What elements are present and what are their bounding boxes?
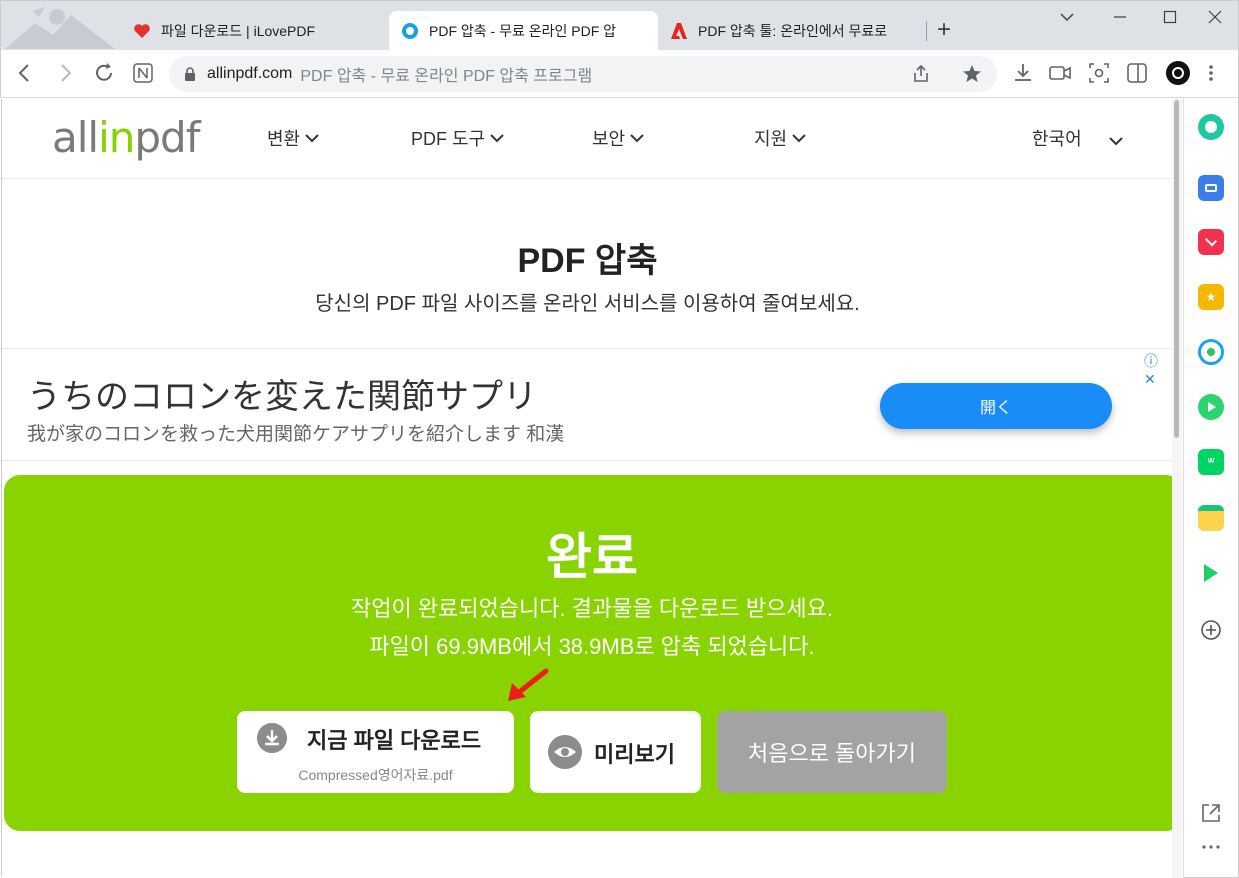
chevron-down-icon	[490, 134, 504, 143]
nav-label: 지원	[754, 129, 788, 149]
adobe-icon	[671, 23, 687, 39]
play-icon[interactable]	[1198, 560, 1224, 586]
chevron-down-icon	[630, 134, 644, 143]
maximize-button[interactable]	[1163, 9, 1177, 30]
language-label: 한국어	[1032, 129, 1082, 149]
site-header: allinpdf 변환 PDF 도구 보안 지원 한국어	[2, 99, 1172, 179]
allinpdf-logo[interactable]: allinpdf	[52, 113, 200, 162]
tab-title: 파일 다운로드 | iLovePDF	[161, 23, 316, 39]
side-panel-toggle-icon[interactable]	[1127, 62, 1147, 84]
close-icon	[1208, 10, 1222, 24]
result-panel: 완료 작업이 완료되었습니다. 결과물을 다운로드 받으세요. 파일이 69.9…	[4, 475, 1172, 831]
memo-icon[interactable]	[1198, 505, 1224, 531]
result-title: 완료	[546, 529, 638, 585]
language-select[interactable]: 한국어	[1032, 125, 1124, 151]
chevron-down-icon	[305, 134, 319, 143]
page-scrollbar[interactable]	[1172, 98, 1182, 878]
nav-security[interactable]: 보안	[592, 125, 645, 151]
browser-profile-artwork-icon	[5, 7, 115, 49]
external-link-icon[interactable]	[1200, 802, 1222, 824]
back-button[interactable]	[17, 62, 33, 84]
play-circle-icon[interactable]	[1198, 394, 1224, 420]
lock-icon	[185, 67, 195, 81]
minimize-icon	[1114, 16, 1126, 18]
share-icon[interactable]	[911, 64, 931, 84]
web-page: allinpdf 변환 PDF 도구 보안 지원 한국어 PDF 압축 당신의 …	[1, 99, 1172, 877]
download-icon[interactable]	[1013, 62, 1033, 84]
tab-allinpdf[interactable]: PDF 압축 - 무료 온라인 PDF 압	[389, 11, 658, 51]
tab-search-button[interactable]	[1059, 9, 1075, 30]
heart-icon	[134, 24, 150, 38]
download-now-button[interactable]: 지금 파일 다운로드 Compressed영어자료.pdf	[237, 711, 514, 793]
compression-result-text: 파일이 69.9MB에서 38.9MB로 압축 되었습니다.	[369, 634, 815, 659]
allinpdf-icon	[402, 23, 418, 39]
page-subtitle: 당신의 PDF 파일 사이즈를 온라인 서비스를 이용하여 줄여보세요.	[315, 293, 860, 315]
bookmark-star-icon[interactable]	[963, 64, 985, 84]
close-window-button[interactable]	[1208, 9, 1222, 30]
chevron-down-icon	[1108, 137, 1123, 146]
url-page-title: PDF 압축 - 무료 온라인 PDF 압축 프로그램	[300, 68, 593, 85]
more-icon[interactable]	[1200, 842, 1222, 852]
briefcase-icon[interactable]	[1198, 175, 1224, 201]
tab-title: PDF 압축 툴: 온라인에서 무료로	[698, 23, 888, 39]
maximize-icon	[1163, 10, 1177, 24]
profile-avatar[interactable]	[1165, 60, 1191, 86]
preview-button[interactable]: 미리보기	[530, 711, 701, 793]
papago-icon[interactable]	[1198, 339, 1224, 365]
browser-tab-strip: 파일 다운로드 | iLovePDF PDF 압축 - 무료 온라인 PDF 압…	[0, 0, 1239, 51]
chevron-down-icon	[1060, 13, 1074, 22]
tab-adobe[interactable]: PDF 압축 툴: 온라인에서 무료로	[658, 11, 926, 51]
tab-separator	[926, 21, 927, 41]
video-capture-icon[interactable]	[1049, 62, 1071, 84]
nav-label: PDF 도구	[411, 129, 486, 149]
menu-kebab-icon[interactable]	[1207, 62, 1215, 84]
browser-toolbar: allinpdf.com PDF 압축 - 무료 온라인 PDF 압축 프로그램	[0, 50, 1239, 98]
result-message: 작업이 완료되었습니다. 결과물을 다운로드 받으세요.	[351, 596, 833, 621]
screen-capture-icon[interactable]	[1089, 62, 1109, 84]
eye-icon	[548, 735, 582, 769]
ad-subtitle: 我が家のコロンを救った犬用関節ケアサプリを紹介します 和漢	[27, 424, 565, 445]
nav-label: 변환	[267, 129, 301, 149]
download-icon	[257, 723, 287, 753]
scroll-thumb[interactable]	[1174, 100, 1179, 438]
webtoon-icon[interactable]: W	[1198, 449, 1224, 475]
page-title: PDF 압축	[517, 242, 658, 280]
add-app-icon[interactable]	[1200, 619, 1222, 641]
url-host: allinpdf.com	[207, 65, 293, 82]
tab-ilovepdf[interactable]: 파일 다운로드 | iLovePDF	[121, 11, 386, 51]
address-bar[interactable]: allinpdf.com PDF 압축 - 무료 온라인 PDF 압축 프로그램	[169, 56, 997, 92]
pocket-icon[interactable]	[1198, 229, 1224, 255]
nav-convert[interactable]: 변환	[267, 125, 320, 151]
minimize-button[interactable]	[1113, 9, 1127, 30]
chevron-down-icon	[792, 134, 806, 143]
ad-title: うちのコロンを変えた関節サプリ	[27, 378, 537, 416]
logo-accent: in	[98, 113, 135, 162]
new-tab-button[interactable]: +	[937, 18, 951, 42]
nav-pdf-tools[interactable]: PDF 도구	[411, 125, 505, 151]
download-label: 지금 파일 다운로드	[307, 728, 482, 753]
red-arrow-icon	[508, 668, 549, 701]
ad-info-close-icon[interactable]: ⓘ ✕	[1144, 351, 1172, 388]
advertisement-banner[interactable]: うちのコロンを変えた関節サプリ 我が家のコロンを救った犬用関節ケアサプリを紹介し…	[2, 348, 1172, 461]
green-circle-app-icon[interactable]	[1198, 114, 1224, 140]
naver-home-button[interactable]	[133, 62, 153, 84]
nav-support[interactable]: 지원	[754, 125, 807, 151]
reload-button[interactable]	[93, 62, 115, 84]
logo-text: all	[52, 113, 99, 162]
start-over-button[interactable]: 처음으로 돌아가기	[717, 711, 947, 793]
preview-label: 미리보기	[594, 742, 675, 767]
logo-text: pdf	[134, 113, 200, 162]
ad-open-button[interactable]: 開く	[880, 383, 1112, 429]
download-file-name: Compressed영어자료.pdf	[298, 767, 453, 783]
tab-title: PDF 압축 - 무료 온라인 PDF 압	[429, 23, 617, 39]
star-icon[interactable]: ★	[1198, 284, 1224, 310]
browser-side-panel: ★ W	[1183, 98, 1239, 878]
nav-label: 보안	[592, 129, 626, 149]
forward-button[interactable]	[57, 62, 73, 84]
